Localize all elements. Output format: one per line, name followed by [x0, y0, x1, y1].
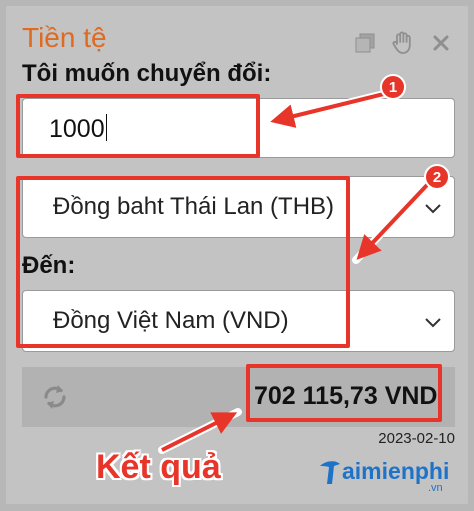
close-icon[interactable]: [428, 30, 454, 56]
watermark-brand: aimienphi: [342, 458, 450, 484]
step-badge-1: 1: [380, 74, 406, 100]
highlight-currency-box: [16, 176, 350, 348]
convert-prompt: Tôi muốn chuyển đổi:: [22, 60, 272, 87]
highlight-result-box: [246, 364, 442, 422]
chevron-down-icon: [425, 318, 441, 328]
refresh-icon[interactable]: [38, 380, 72, 414]
copy-icon[interactable]: [352, 30, 378, 56]
widget-title: Tiền tệ: [22, 22, 107, 53]
result-annotation-label: Kết quả: [96, 448, 221, 486]
hand-drag-icon[interactable]: [390, 30, 416, 56]
step-badge-2: 2: [424, 164, 450, 190]
rate-date: 2023-02-10: [378, 430, 455, 447]
highlight-amount-box: [16, 94, 260, 158]
watermark-suffix: .vn: [428, 482, 443, 494]
watermark-logo-icon: [320, 461, 340, 484]
chevron-down-icon: [425, 204, 441, 214]
